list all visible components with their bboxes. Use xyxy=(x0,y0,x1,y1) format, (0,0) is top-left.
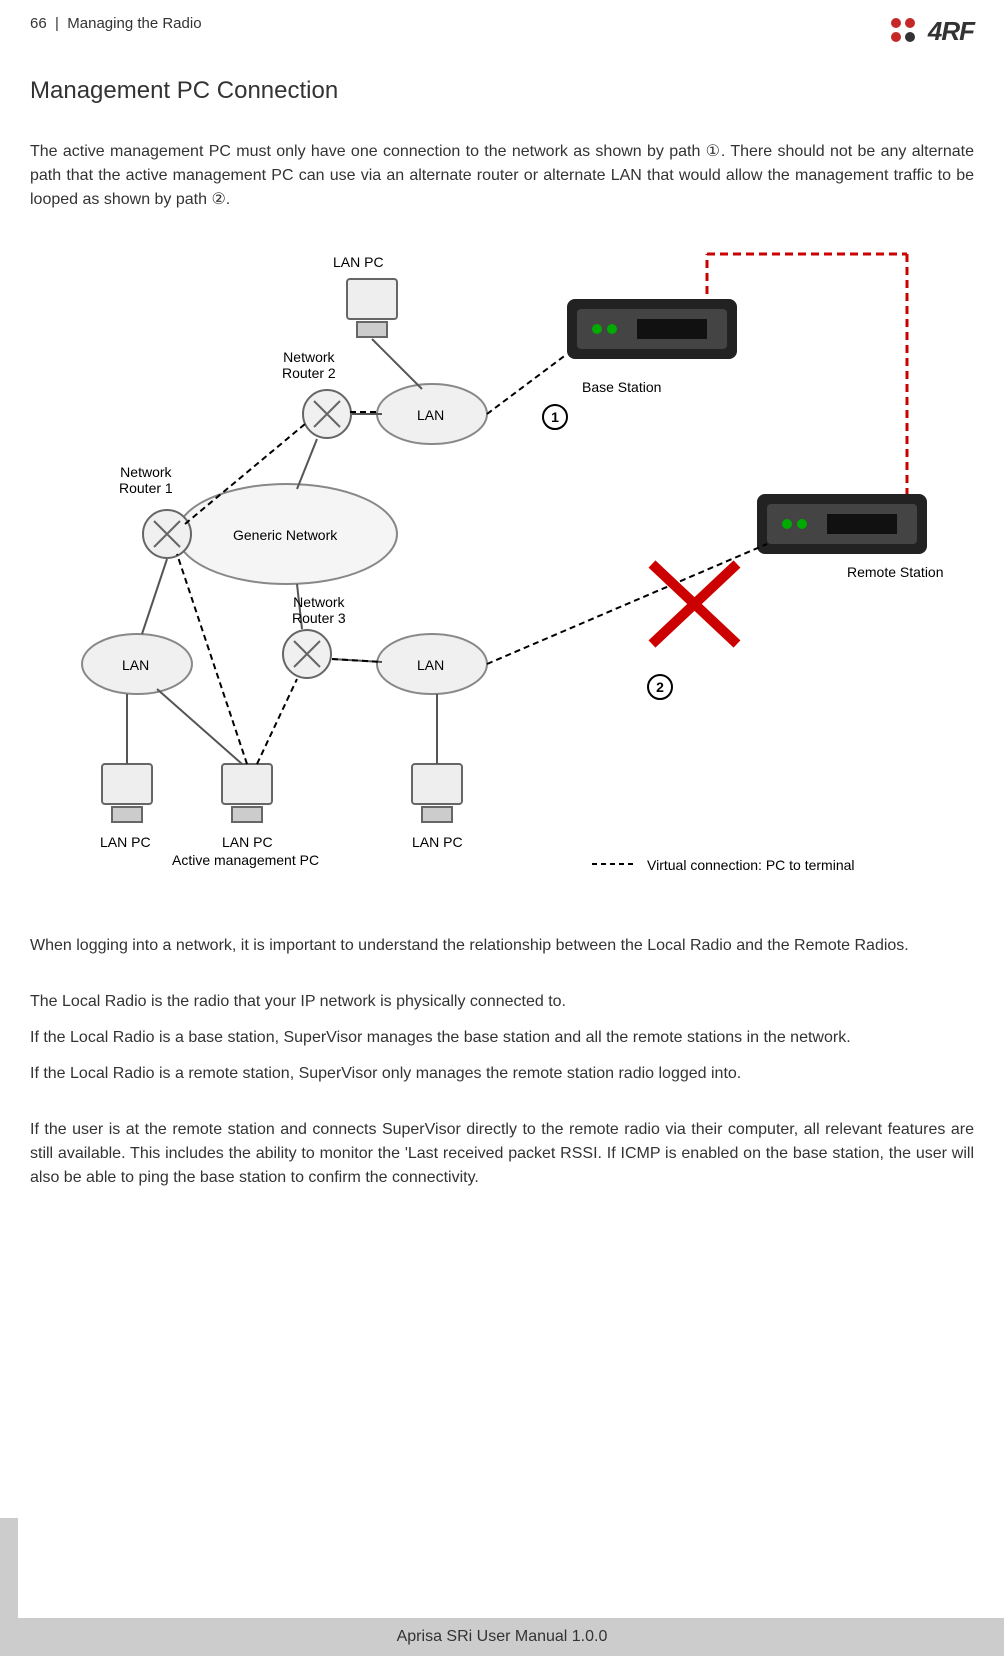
footer: Aprisa SRi User Manual 1.0.0 xyxy=(0,1618,1004,1656)
network-diagram: LAN PC Network Router 1 Network Router 2… xyxy=(37,234,967,904)
label-router-1: Network Router 1 xyxy=(119,464,173,496)
diagram-container: LAN PC Network Router 1 Network Router 2… xyxy=(30,234,974,904)
label-lan-right: LAN xyxy=(417,657,444,673)
label-base-station: Base Station xyxy=(582,379,661,395)
section-title: Management PC Connection xyxy=(30,77,974,105)
paragraph-6: If the user is at the remote station and… xyxy=(30,1118,974,1190)
logo-text: 4RF xyxy=(928,16,974,47)
label-lan-pc-3: LAN PC xyxy=(412,834,463,850)
label-lan-left: LAN xyxy=(122,657,149,673)
paragraph-5: If the Local Radio is a remote station, … xyxy=(30,1062,974,1086)
label-remote-station: Remote Station xyxy=(847,564,944,580)
label-lan-top: LAN xyxy=(417,407,444,423)
section-name: Managing the Radio xyxy=(67,15,201,32)
header-breadcrumb: 66 | Managing the Radio xyxy=(30,15,202,32)
page-number: 66 xyxy=(30,15,47,32)
paragraph-2: When logging into a network, it is impor… xyxy=(30,934,974,958)
label-router-2: Network Router 2 xyxy=(282,349,336,381)
paragraph-3: The Local Radio is the radio that your I… xyxy=(30,990,974,1014)
label-active-mgmt: Active management PC xyxy=(172,852,319,868)
badge-2: 2 xyxy=(647,674,673,700)
label-lan-pc-2: LAN PC xyxy=(222,834,273,850)
paragraph-4: If the Local Radio is a base station, Su… xyxy=(30,1026,974,1050)
logo: 4RF xyxy=(888,15,974,47)
separator: | xyxy=(55,15,59,32)
badge-1: 1 xyxy=(542,404,568,430)
page-header: 66 | Managing the Radio 4RF xyxy=(0,0,1004,47)
label-generic-network: Generic Network xyxy=(233,527,337,543)
label-lan-pc-top: LAN PC xyxy=(333,254,384,270)
footer-accent xyxy=(0,1518,18,1618)
label-virtual-conn: Virtual connection: PC to terminal xyxy=(647,857,855,873)
label-lan-pc-1: LAN PC xyxy=(100,834,151,850)
label-router-3: Network Router 3 xyxy=(292,594,346,626)
main-content: Management PC Connection The active mana… xyxy=(0,47,1004,1190)
paragraph-1: The active management PC must only have … xyxy=(30,140,974,212)
footer-text: Aprisa SRi User Manual 1.0.0 xyxy=(397,1628,608,1646)
logo-dots-icon xyxy=(888,15,922,47)
